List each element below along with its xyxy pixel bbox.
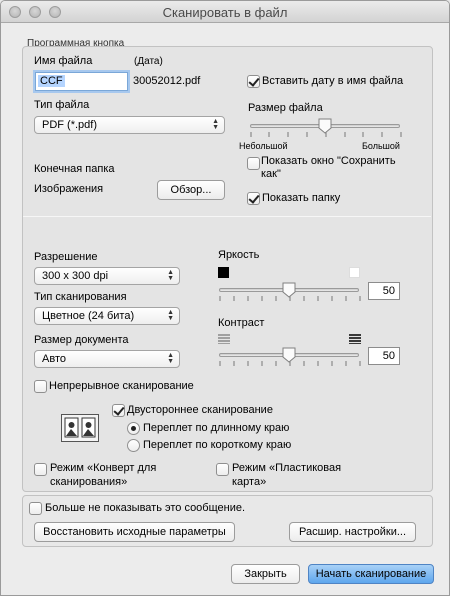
duplex-scan-checkbox[interactable] [112,404,125,417]
dark-square-icon [218,267,229,278]
select-arrows-icon: ▲ ▼ [167,352,174,365]
scan-type-value: Цветное (24 бита) [42,310,135,322]
show-folder-checkbox[interactable] [247,192,260,205]
short-edge-label: Переплет по короткому краю [143,439,292,451]
contrast-slider-thumb[interactable] [282,347,296,363]
envelope-mode-checkbox[interactable] [34,463,47,476]
show-folder-label: Показать папку [262,192,341,204]
browse-button[interactable]: Обзор... [157,180,225,200]
insert-date-label: Вставить дату в имя файла [262,75,404,87]
continuous-scan-label: Непрерывное сканирование [49,380,194,392]
envelope-mode-label-line1: Режим «Конверт для [50,462,157,474]
short-edge-radio[interactable] [127,439,140,452]
document-size-label: Размер документа [34,334,129,346]
envelope-mode-label: Режим «Конверт для сканирования» [50,461,156,489]
close-button[interactable]: Закрыть [231,564,300,584]
date-hint-label: (Дата) [134,56,163,67]
restore-defaults-button[interactable]: Восстановить исходные параметры [34,522,235,542]
resolution-value: 300 x 300 dpi [42,270,109,282]
contrast-label: Контраст [218,317,265,329]
contrast-value-field[interactable]: 50 [368,347,400,365]
advanced-settings-button[interactable]: Расшир. настройки... [289,522,416,542]
select-arrows-icon: ▲ ▼ [212,118,219,131]
start-scan-button[interactable]: Начать сканирование [308,564,434,584]
document-size-value: Авто [42,353,66,365]
file-name-input[interactable]: CCF [35,72,128,91]
continuous-scan-checkbox[interactable] [34,380,47,393]
resolution-label: Разрешение [34,251,98,263]
brightness-label: Яркость [218,249,260,261]
duplex-scan-label: Двустороннее сканирование [127,404,273,416]
file-name-suffix: 30052012.pdf [133,75,201,87]
file-size-label: Размер файла [248,102,323,114]
insert-date-checkbox[interactable] [247,75,260,88]
duplex-scan-icon [61,414,99,442]
dont-show-label: Больше не показывать это сообщение. [45,502,246,514]
destination-folder-value: Изображения [34,183,104,195]
file-type-select[interactable]: PDF (*.pdf) ▲ ▼ [34,116,225,134]
scan-type-label: Тип сканирования [34,291,127,303]
brightness-value-field[interactable]: 50 [368,282,400,300]
file-name-value: CCF [38,75,65,87]
scan-to-file-window: Сканировать в файл Программная кнопка Им… [0,0,450,596]
document-size-select[interactable]: Авто ▲ ▼ [34,350,180,368]
group-divider [23,216,431,217]
brightness-slider-thumb[interactable] [282,282,296,298]
file-size-slider-thumb[interactable] [318,118,332,134]
file-type-label: Тип файла [34,99,90,111]
file-size-min-label: Небольшой [239,141,288,151]
low-contrast-icon [218,334,230,344]
long-edge-label: Переплет по длинному краю [143,422,290,434]
file-type-value: PDF (*.pdf) [42,119,98,131]
high-contrast-icon [349,334,361,344]
window-title: Сканировать в файл [162,5,288,20]
destination-folder-label: Конечная папка [34,163,115,175]
show-save-as-label: Показать окно "Сохранить как" [261,155,396,180]
file-name-label: Имя файла [34,55,93,67]
resolution-select[interactable]: 300 x 300 dpi ▲ ▼ [34,267,180,285]
envelope-mode-label-line2: сканирования» [50,476,128,488]
scan-type-select[interactable]: Цветное (24 бита) ▲ ▼ [34,307,180,325]
long-edge-radio[interactable] [127,422,140,435]
plastic-card-mode-checkbox[interactable] [216,463,229,476]
plastic-card-mode-label-line2: карта» [232,476,267,488]
light-square-icon [349,267,360,278]
title-bar[interactable]: Сканировать в файл [1,1,449,23]
plastic-card-mode-label: Режим «Пластиковая карта» [232,461,341,489]
file-size-max-label: Большой [362,141,400,151]
plastic-card-mode-label-line1: Режим «Пластиковая [232,462,342,474]
select-arrows-icon: ▲ ▼ [167,309,174,322]
show-save-as-checkbox[interactable] [247,157,260,170]
select-arrows-icon: ▲ ▼ [167,269,174,282]
dont-show-checkbox[interactable] [29,502,42,515]
